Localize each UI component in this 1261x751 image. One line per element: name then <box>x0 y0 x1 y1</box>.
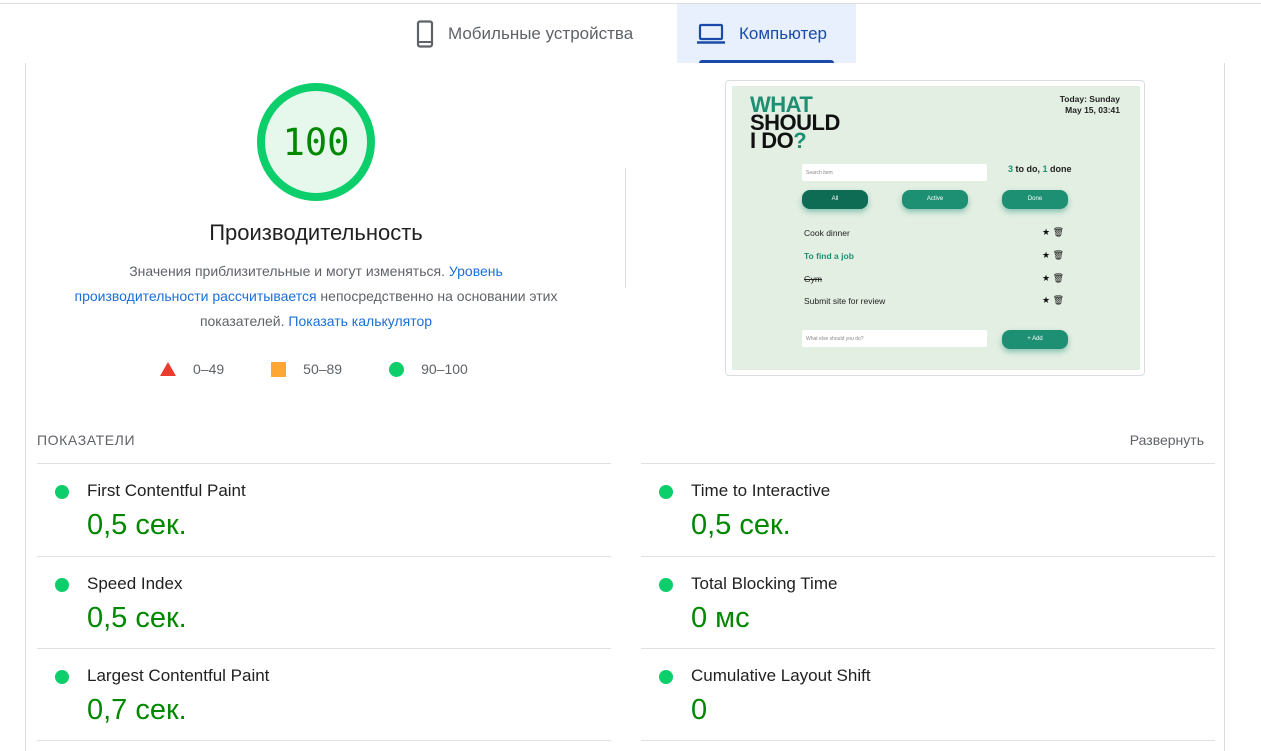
todo-count-label: to do, <box>1013 164 1043 174</box>
logo-line-3-text: I DO <box>750 128 794 153</box>
screenshot-todo-item: Cook dinner <box>804 228 850 238</box>
metric-speed-index[interactable]: Speed Index 0,5 сек. <box>37 558 597 648</box>
metric-divider <box>37 648 611 649</box>
smartphone-icon <box>416 19 434 48</box>
legend-range: 90–100 <box>421 361 468 377</box>
calculator-link[interactable]: Показать калькулятор <box>288 313 432 329</box>
metric-time-to-interactive[interactable]: Time to Interactive 0,5 сек. <box>641 465 1201 555</box>
description-text: Значения приблизительные и могут изменят… <box>129 263 449 279</box>
metric-value: 0,5 сек. <box>87 602 187 634</box>
metric-divider <box>37 740 611 741</box>
pagespeed-report: Мобильные устройства Компьютер 100 Произ… <box>0 0 1261 751</box>
screenshot-logo: WHAT SHOULD I DO? <box>750 94 840 153</box>
triangle-icon <box>160 362 176 376</box>
panel-border-left <box>25 63 26 751</box>
legend-range: 50–89 <box>303 361 343 377</box>
square-icon <box>271 361 287 377</box>
legend-item-average: 50–89 <box>271 361 342 377</box>
circle-icon <box>389 361 405 377</box>
tab-desktop-label: Компьютер <box>739 23 827 43</box>
metric-first-contentful-paint[interactable]: First Contentful Paint 0,5 сек. <box>37 465 597 555</box>
score-description: Значения приблизительные и могут изменят… <box>66 259 566 334</box>
metric-name: Time to Interactive <box>691 481 831 500</box>
metric-name: Largest Contentful Paint <box>87 666 270 685</box>
metric-divider <box>641 648 1215 649</box>
final-screenshot: WHAT SHOULD I DO? Today: Sunday May 15, … <box>732 86 1140 370</box>
section-divider <box>625 168 626 288</box>
metric-value: 0 мс <box>691 602 750 634</box>
screenshot-add-button: + Add <box>1002 330 1068 349</box>
metric-divider <box>37 556 611 557</box>
metric-name: Speed Index <box>87 574 183 593</box>
metric-divider <box>641 556 1215 557</box>
metric-value: 0,5 сек. <box>87 509 187 541</box>
date-line-2: May 15, 03:41 <box>1065 105 1120 115</box>
tab-selected-indicator <box>699 60 834 63</box>
metric-divider <box>641 740 1215 741</box>
metric-value: 0 <box>691 694 708 726</box>
performance-gauge[interactable]: 100 <box>256 82 376 202</box>
legend-item-pass: 90–100 <box>389 361 468 377</box>
performance-score: 100 <box>282 120 350 164</box>
expand-metrics-toggle[interactable]: Развернуть <box>1130 432 1204 448</box>
metric-divider <box>641 463 1215 464</box>
metric-name: Cumulative Layout Shift <box>691 666 871 685</box>
laptop-icon <box>697 23 725 45</box>
screenshot-date: Today: Sunday May 15, 03:41 <box>1060 94 1120 116</box>
pass-dot-icon <box>55 485 69 499</box>
logo-question-mark: ? <box>793 128 807 153</box>
category-title: Производительность <box>209 220 423 245</box>
metric-name: First Contentful Paint <box>87 481 246 500</box>
metric-cumulative-layout-shift[interactable]: Cumulative Layout Shift 0 <box>641 650 1201 740</box>
screenshot-filter-active: Active <box>902 190 968 209</box>
metric-value: 0,7 сек. <box>87 694 187 726</box>
star-trash-icons: ★ 🗑 <box>1042 227 1064 237</box>
metric-total-blocking-time[interactable]: Total Blocking Time 0 мс <box>641 558 1201 648</box>
screenshot-counts: 3 to do, 1 done <box>1008 164 1072 174</box>
metric-largest-contentful-paint[interactable]: Largest Contentful Paint 0,7 сек. <box>37 650 597 740</box>
pass-dot-icon <box>55 670 69 684</box>
pass-dot-icon <box>659 485 673 499</box>
star-trash-icons: ★ 🗑 <box>1042 295 1064 305</box>
device-tabs: Мобильные устройства Компьютер <box>396 4 856 63</box>
date-line-1: Today: Sunday <box>1059 94 1120 104</box>
pass-dot-icon <box>659 670 673 684</box>
pass-dot-icon <box>659 578 673 592</box>
legend-item-fail: 0–49 <box>160 361 224 377</box>
score-legend: 0–49 50–89 90–100 <box>160 358 468 380</box>
panel-border-right <box>1224 63 1225 751</box>
legend-range: 0–49 <box>193 361 225 377</box>
star-trash-icons: ★ 🗑 <box>1042 250 1064 260</box>
metric-value: 0,5 сек. <box>691 509 791 541</box>
screenshot-search-input: Search item <box>802 164 987 181</box>
screenshot-todo-item: Submit site for review <box>804 296 886 306</box>
tab-desktop[interactable]: Компьютер <box>677 4 856 63</box>
done-count-label: done <box>1047 164 1072 174</box>
metric-divider <box>37 463 611 464</box>
tab-mobile-label: Мобильные устройства <box>448 23 634 43</box>
metrics-heading: ПОКАЗАТЕЛИ <box>37 432 136 448</box>
screenshot-filter-done: Done <box>1002 190 1068 209</box>
screenshot-todo-item: Gym <box>804 274 822 284</box>
screenshot-todo-item: To find a job <box>804 251 854 261</box>
star-trash-icons: ★ 🗑 <box>1042 273 1064 283</box>
screenshot-filter-all: All <box>802 190 868 209</box>
pass-dot-icon <box>55 578 69 592</box>
metric-name: Total Blocking Time <box>691 574 838 593</box>
tab-mobile[interactable]: Мобильные устройства <box>396 4 677 63</box>
screenshot-add-input: What else should you do? <box>802 330 987 347</box>
